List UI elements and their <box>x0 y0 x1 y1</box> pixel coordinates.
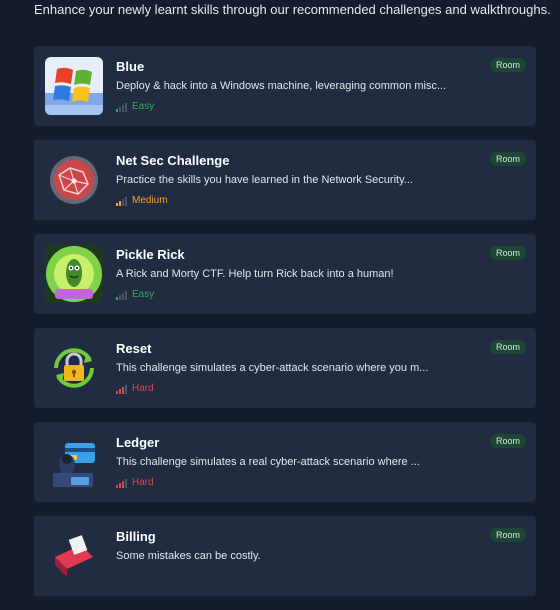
room-card-pickle-rick[interactable]: Pickle Rick A Rick and Morty CTF. Help t… <box>34 234 536 314</box>
room-description: This challenge simulates a cyber-attack … <box>116 362 429 374</box>
page-subtitle: Enhance your newly learnt skills through… <box>34 2 551 17</box>
room-type-badge: Room <box>489 58 526 72</box>
room-title[interactable]: Pickle Rick <box>116 247 185 262</box>
windows-logo-icon <box>45 57 103 115</box>
room-description: Some mistakes can be costly. <box>116 550 261 562</box>
difficulty-label: Hard <box>132 477 154 488</box>
room-card-reset[interactable]: Reset This challenge simulates a cyber-a… <box>34 328 536 408</box>
room-title[interactable]: Reset <box>116 341 151 356</box>
pickle-rick-portal-icon <box>45 245 103 303</box>
difficulty-label: Easy <box>132 101 155 112</box>
room-description: Practice the skills you have learned in … <box>116 174 413 186</box>
red-network-sphere-icon <box>45 151 103 209</box>
room-type-badge: Room <box>489 340 526 354</box>
room-type-badge: Room <box>489 528 526 542</box>
difficulty-bars-icon <box>116 385 127 394</box>
recommended-rooms-list: Blue Deploy & hack into a Windows machin… <box>34 46 536 610</box>
billing-printer-icon <box>45 527 103 585</box>
difficulty-indicator: Hard <box>116 383 154 394</box>
room-description: A Rick and Morty CTF. Help turn Rick bac… <box>116 268 394 280</box>
room-title[interactable]: Net Sec Challenge <box>116 153 229 168</box>
difficulty-label: Hard <box>132 383 154 394</box>
room-card-ledger[interactable]: Ledger This challenge simulates a real c… <box>34 422 536 502</box>
difficulty-label: Medium <box>132 195 168 206</box>
room-title[interactable]: Ledger <box>116 435 159 450</box>
difficulty-bars-icon <box>116 197 127 206</box>
difficulty-label: Easy <box>132 289 155 300</box>
padlock-reset-icon <box>45 339 103 397</box>
difficulty-indicator: Easy <box>116 289 154 300</box>
room-card-net-sec-challenge[interactable]: Net Sec Challenge Practice the skills yo… <box>34 140 536 220</box>
credit-card-hacker-icon <box>45 433 103 491</box>
difficulty-indicator: Hard <box>116 477 154 488</box>
room-card-blue[interactable]: Blue Deploy & hack into a Windows machin… <box>34 46 536 126</box>
room-title[interactable]: Billing <box>116 529 156 544</box>
room-card-billing[interactable]: Billing Some mistakes can be costly. Roo… <box>34 516 536 596</box>
difficulty-indicator: Medium <box>116 195 168 206</box>
difficulty-bars-icon <box>116 291 127 300</box>
difficulty-bars-icon <box>116 103 127 112</box>
room-type-badge: Room <box>489 434 526 448</box>
room-description: This challenge simulates a real cyber-at… <box>116 456 420 468</box>
room-description: Deploy & hack into a Windows machine, le… <box>116 80 447 92</box>
room-type-badge: Room <box>489 246 526 260</box>
difficulty-bars-icon <box>116 479 127 488</box>
room-type-badge: Room <box>489 152 526 166</box>
room-title[interactable]: Blue <box>116 59 144 74</box>
difficulty-indicator: Easy <box>116 101 154 112</box>
